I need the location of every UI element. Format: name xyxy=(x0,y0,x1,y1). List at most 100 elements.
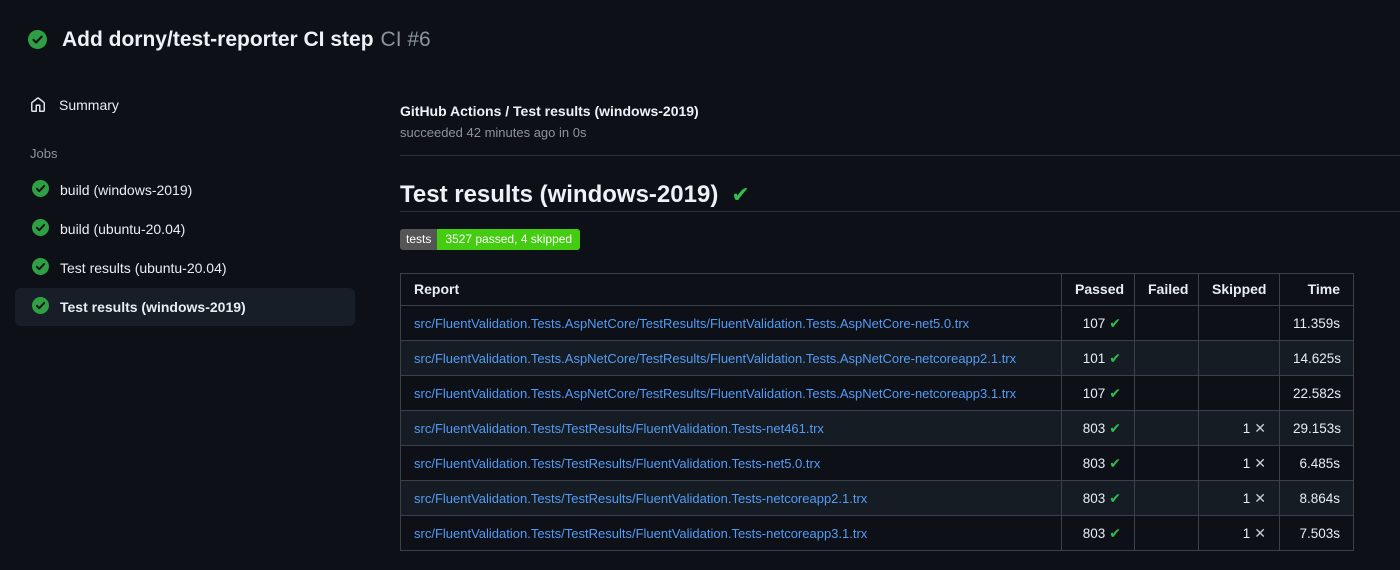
check-circle-icon xyxy=(32,219,49,236)
job-status-icon-slot xyxy=(32,180,49,200)
skipped-cell: ✕ xyxy=(1198,340,1280,376)
report-cell: src/FluentValidation.Tests/TestResults/F… xyxy=(400,480,1062,516)
column-header-failed: Failed xyxy=(1134,273,1199,306)
skipped-cell: ✕ xyxy=(1198,305,1280,341)
time-value: 6.485s xyxy=(1299,455,1340,471)
time-value: 29.153s xyxy=(1293,420,1342,436)
failed-cell: ✕ xyxy=(1134,375,1199,411)
report-cell: src/FluentValidation.Tests.AspNetCore/Te… xyxy=(400,375,1062,411)
job-label: Test results (ubuntu-20.04) xyxy=(60,260,227,276)
passed-cell: 107 ✔ xyxy=(1061,375,1135,411)
column-header-report: Report xyxy=(400,273,1062,306)
report-link[interactable]: src/FluentValidation.Tests/TestResults/F… xyxy=(414,526,867,541)
sidebar-job-item-2[interactable]: Test results (ubuntu-20.04) xyxy=(15,249,355,287)
table-row: src/FluentValidation.Tests.AspNetCore/Te… xyxy=(400,375,1354,411)
report-link[interactable]: src/FluentValidation.Tests.AspNetCore/Te… xyxy=(414,351,1016,366)
time-value: 22.582s xyxy=(1293,385,1342,401)
check-icon: ✔ xyxy=(1109,525,1121,541)
skipped-cell: 1 ✕ xyxy=(1198,445,1280,481)
tests-badge: tests 3527 passed, 4 skipped xyxy=(400,229,581,250)
table-row: src/FluentValidation.Tests/TestResults/F… xyxy=(400,445,1354,481)
skipped-cell: 1 ✕ xyxy=(1198,410,1280,446)
time-cell: 11.359s xyxy=(1279,305,1354,341)
table-row: src/FluentValidation.Tests.AspNetCore/Te… xyxy=(400,340,1354,376)
badge-value: 3527 passed, 4 skipped xyxy=(437,229,581,250)
sidebar-item-summary[interactable]: Summary xyxy=(30,94,400,116)
column-header-time: Time xyxy=(1279,273,1354,306)
run-status-icon-slot xyxy=(28,30,47,49)
failed-cell: ✕ xyxy=(1134,340,1199,376)
time-cell: 22.582s xyxy=(1279,375,1354,411)
run-header: Add dorny/test-reporter CI step CI #6 xyxy=(0,0,1400,80)
time-value: 14.625s xyxy=(1293,350,1342,366)
x-icon: ✕ xyxy=(1254,490,1266,506)
job-label: Test results (windows-2019) xyxy=(60,299,246,315)
report-link[interactable]: src/FluentValidation.Tests/TestResults/F… xyxy=(414,491,867,506)
report-cell: src/FluentValidation.Tests/TestResults/F… xyxy=(400,515,1062,551)
check-icon: ✔ xyxy=(1109,420,1121,436)
report-cell: src/FluentValidation.Tests.AspNetCore/Te… xyxy=(400,305,1062,341)
time-cell: 6.485s xyxy=(1279,445,1354,481)
check-icon: ✔ xyxy=(1109,490,1121,506)
status-line: succeeded 42 minutes ago in 0s xyxy=(400,125,587,140)
skipped-count: 1 xyxy=(1242,456,1251,471)
run-title: Add dorny/test-reporter CI step CI #6 xyxy=(62,26,431,54)
x-icon: ✕ xyxy=(1254,525,1266,541)
report-link[interactable]: src/FluentValidation.Tests/TestResults/F… xyxy=(414,421,824,436)
failed-cell: ✕ xyxy=(1134,410,1199,446)
check-circle-icon xyxy=(32,180,49,197)
table-row: src/FluentValidation.Tests.AspNetCore/Te… xyxy=(400,305,1354,341)
time-cell: 14.625s xyxy=(1279,340,1354,376)
summary-label: Summary xyxy=(59,97,119,113)
divider xyxy=(400,155,1400,156)
report-link[interactable]: src/FluentValidation.Tests.AspNetCore/Te… xyxy=(414,316,969,331)
report-link[interactable]: src/FluentValidation.Tests/TestResults/F… xyxy=(414,456,820,471)
report-table: Report Passed Failed Skipped Time src/Fl… xyxy=(400,273,1354,551)
table-row: src/FluentValidation.Tests/TestResults/F… xyxy=(400,480,1354,516)
job-status-icon-slot xyxy=(32,258,49,278)
failed-cell: ✕ xyxy=(1134,515,1199,551)
job-status-icon-slot xyxy=(32,219,49,239)
table-header-row: Report Passed Failed Skipped Time xyxy=(400,273,1354,306)
time-cell: 29.153s xyxy=(1279,410,1354,446)
x-icon: ✕ xyxy=(1254,420,1266,436)
failed-cell: ✕ xyxy=(1134,480,1199,516)
failed-cell: ✕ xyxy=(1134,305,1199,341)
skipped-count: 1 xyxy=(1242,491,1251,506)
report-cell: src/FluentValidation.Tests/TestResults/F… xyxy=(400,410,1062,446)
time-value: 8.864s xyxy=(1299,490,1340,506)
sidebar-job-item-1[interactable]: build (ubuntu-20.04) xyxy=(15,210,355,248)
check-circle-icon xyxy=(28,30,47,49)
passed-count: 803 xyxy=(1082,421,1106,436)
sidebar: Summary Jobs build (windows-2019) build … xyxy=(0,80,400,327)
sidebar-job-item-0[interactable]: build (windows-2019) xyxy=(15,171,355,209)
skipped-count: 1 xyxy=(1242,526,1251,541)
check-icon: ✔ xyxy=(1109,350,1121,366)
passed-count: 803 xyxy=(1082,456,1106,471)
skipped-cell: ✕ xyxy=(1198,375,1280,411)
passed-cell: 803 ✔ xyxy=(1061,480,1135,516)
sidebar-job-item-3[interactable]: Test results (windows-2019) xyxy=(15,288,355,326)
passed-count: 107 xyxy=(1082,316,1106,331)
time-value: 7.503s xyxy=(1299,525,1340,541)
passed-cell: 803 ✔ xyxy=(1061,445,1135,481)
skipped-cell: 1 ✕ xyxy=(1198,515,1280,551)
report-link[interactable]: src/FluentValidation.Tests.AspNetCore/Te… xyxy=(414,386,1016,401)
report-cell: src/FluentValidation.Tests/TestResults/F… xyxy=(400,445,1062,481)
main-content: GitHub Actions / Test results (windows-2… xyxy=(400,80,1400,551)
job-label: build (ubuntu-20.04) xyxy=(60,221,186,237)
job-status-icon-slot xyxy=(32,297,49,317)
passed-cell: 101 ✔ xyxy=(1061,340,1135,376)
passed-cell: 803 ✔ xyxy=(1061,410,1135,446)
passed-count: 107 xyxy=(1082,386,1106,401)
table-row: src/FluentValidation.Tests/TestResults/F… xyxy=(400,515,1354,551)
report-table-head: Report Passed Failed Skipped Time xyxy=(400,273,1354,306)
section-title: Test results (windows-2019) ✔ xyxy=(400,180,1400,210)
report-table-body: src/FluentValidation.Tests.AspNetCore/Te… xyxy=(400,305,1354,551)
section-title-text: Test results (windows-2019) xyxy=(400,181,719,208)
job-label: build (windows-2019) xyxy=(60,182,193,198)
run-number: CI #6 xyxy=(380,28,431,51)
job-list: build (windows-2019) build (ubuntu-20.04… xyxy=(0,171,400,326)
time-cell: 7.503s xyxy=(1279,515,1354,551)
divider xyxy=(400,211,1400,212)
